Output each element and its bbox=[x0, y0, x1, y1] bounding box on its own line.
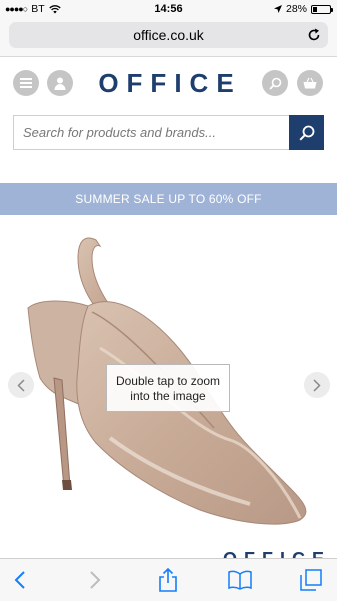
back-button[interactable] bbox=[8, 568, 32, 592]
bookmarks-button[interactable] bbox=[228, 568, 252, 592]
tabs-icon bbox=[300, 569, 322, 591]
menu-button[interactable] bbox=[13, 70, 39, 96]
image-watermark-logo: OFFICE bbox=[223, 548, 331, 558]
battery-percent: 28% bbox=[285, 3, 307, 15]
chevron-left-icon bbox=[17, 378, 25, 392]
browser-address-area: office.co.uk bbox=[0, 18, 337, 57]
search-input[interactable] bbox=[13, 115, 289, 150]
chevron-left-icon bbox=[14, 571, 25, 589]
status-right: 28% bbox=[273, 3, 333, 15]
search-submit-button[interactable] bbox=[289, 115, 324, 150]
chevron-right-icon bbox=[90, 571, 101, 589]
reload-icon[interactable] bbox=[306, 27, 322, 43]
magnifier-icon bbox=[298, 125, 314, 141]
zoom-tooltip: Double tap to zoom into the image bbox=[106, 364, 230, 412]
promo-text: SUMMER SALE UP TO 60% OFF bbox=[75, 192, 262, 206]
promo-banner[interactable]: SUMMER SALE UP TO 60% OFF bbox=[0, 183, 337, 215]
status-bar: ●●●●○ BT 14:56 28% bbox=[0, 0, 337, 18]
basket-icon bbox=[303, 77, 317, 89]
previous-image-button[interactable] bbox=[8, 372, 34, 398]
open-book-icon bbox=[228, 570, 252, 590]
hamburger-menu-icon bbox=[20, 78, 32, 88]
basket-button[interactable] bbox=[297, 70, 323, 96]
address-bar[interactable]: office.co.uk bbox=[9, 22, 328, 48]
url-text: office.co.uk bbox=[133, 27, 204, 43]
chevron-right-icon bbox=[313, 378, 321, 392]
user-icon bbox=[54, 77, 66, 90]
location-arrow-icon bbox=[273, 5, 282, 13]
product-search bbox=[13, 115, 324, 150]
share-button[interactable] bbox=[156, 568, 180, 592]
battery-icon bbox=[311, 4, 333, 14]
battery-level bbox=[313, 6, 317, 12]
forward-button[interactable] bbox=[83, 568, 107, 592]
browser-toolbar bbox=[0, 558, 337, 601]
account-button[interactable] bbox=[47, 70, 73, 96]
magnifier-icon bbox=[268, 77, 281, 90]
share-icon bbox=[159, 568, 177, 592]
header-search-button[interactable] bbox=[262, 70, 288, 96]
tabs-button[interactable] bbox=[299, 568, 323, 592]
site-header: OFFICE bbox=[0, 57, 337, 107]
next-image-button[interactable] bbox=[304, 372, 330, 398]
office-logo[interactable]: OFFICE bbox=[90, 68, 250, 99]
